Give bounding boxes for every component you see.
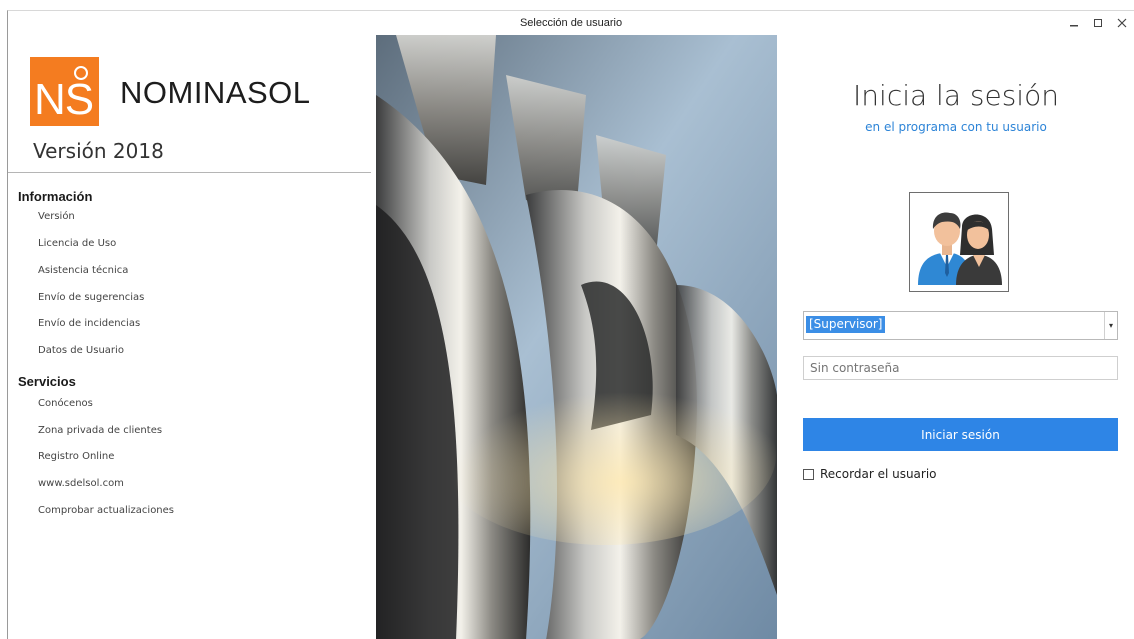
password-field[interactable] bbox=[803, 356, 1118, 380]
menu-item-datos-usuario[interactable]: Datos de Usuario bbox=[38, 345, 124, 356]
menu-item-web[interactable]: www.sdelsol.com bbox=[38, 478, 124, 489]
remember-user-label: Recordar el usuario bbox=[820, 467, 937, 481]
section-title-informacion: Información bbox=[18, 189, 93, 204]
title-bar: Selección de usuario bbox=[8, 11, 1134, 35]
app-window: Selección de usuario NS NOMINASOL Versió… bbox=[7, 10, 1134, 639]
login-panel: Inicia la sesión en el programa con tu u… bbox=[777, 35, 1134, 639]
menu-item-version[interactable]: Versión bbox=[38, 211, 75, 222]
checkbox-icon[interactable] bbox=[803, 468, 814, 480]
minimize-icon[interactable] bbox=[1062, 11, 1086, 35]
version-label: Versión 2018 bbox=[33, 139, 164, 163]
maximize-icon[interactable] bbox=[1086, 11, 1110, 35]
login-subtitle: en el programa con tu usuario bbox=[865, 120, 1047, 134]
window-title: Selección de usuario bbox=[519, 17, 623, 29]
divider bbox=[8, 172, 371, 173]
logo-ring bbox=[74, 66, 88, 80]
user-select[interactable]: [Supervisor] ▾ bbox=[803, 311, 1118, 340]
brand-name: NOMINASOL bbox=[120, 75, 311, 110]
user-select-value: [Supervisor] bbox=[806, 316, 886, 333]
menu-item-actualizaciones[interactable]: Comprobar actualizaciones bbox=[38, 505, 174, 516]
login-title: Inicia la sesión bbox=[853, 79, 1059, 112]
menu-item-incidencias[interactable]: Envío de incidencias bbox=[38, 318, 140, 329]
logo-letters: NS bbox=[34, 75, 94, 124]
login-button[interactable]: Iniciar sesión bbox=[803, 418, 1118, 451]
menu-item-zona-privada[interactable]: Zona privada de clientes bbox=[38, 425, 162, 436]
window-controls bbox=[1062, 11, 1134, 35]
dropdown-arrow-icon[interactable]: ▾ bbox=[1104, 312, 1117, 339]
menu-item-registro-online[interactable]: Registro Online bbox=[38, 451, 114, 462]
menu-item-sugerencias[interactable]: Envío de sugerencias bbox=[38, 292, 144, 303]
remember-user-option[interactable]: Recordar el usuario bbox=[803, 467, 937, 481]
hero-image bbox=[376, 35, 777, 639]
nominasol-logo: NS bbox=[30, 57, 99, 126]
close-icon[interactable] bbox=[1110, 11, 1134, 35]
section-title-servicios: Servicios bbox=[18, 374, 76, 389]
menu-item-asistencia[interactable]: Asistencia técnica bbox=[38, 265, 128, 276]
info-sidebar: NS NOMINASOL Versión 2018 Información Ve… bbox=[8, 35, 376, 639]
menu-item-licencia[interactable]: Licencia de Uso bbox=[38, 238, 116, 249]
menu-item-conocenos[interactable]: Conócenos bbox=[38, 398, 93, 409]
users-avatar-icon bbox=[909, 192, 1009, 292]
